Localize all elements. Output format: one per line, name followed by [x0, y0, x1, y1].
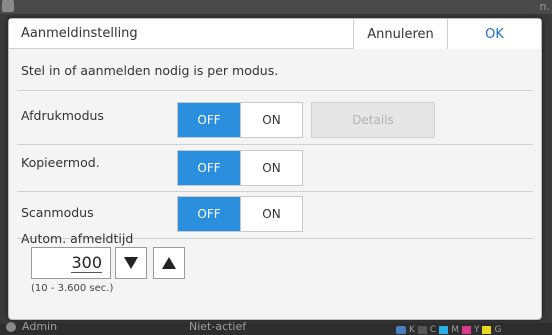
scan-mode-off-button[interactable]: OFF: [178, 197, 240, 231]
divider: [17, 144, 533, 145]
auto-logout-range-hint: (10 - 3.600 sec.): [31, 283, 114, 294]
ink-label-m: M: [451, 325, 459, 335]
divider: [17, 90, 533, 91]
cancel-button[interactable]: Annuleren: [353, 19, 447, 49]
ink-label-g: G: [494, 325, 502, 335]
user-indicator: Admin: [6, 320, 57, 333]
background-corner-text: n.: [539, 0, 550, 13]
ink-bar-y: [482, 326, 492, 334]
scan-mode-toggle: OFF ON: [177, 196, 303, 232]
machine-status: Niet-actief: [189, 320, 247, 333]
increase-button[interactable]: [153, 247, 185, 279]
dialog-description: Stel in of aanmelden nodig is per modus.: [21, 63, 279, 78]
ink-bar-k: [417, 326, 427, 334]
scan-mode-on-button[interactable]: ON: [240, 197, 302, 231]
status-bar: Admin Niet-actief K C M Y G: [0, 320, 552, 335]
triangle-down-icon: [124, 257, 138, 269]
triangle-up-icon: [162, 257, 176, 269]
dialog-title: Aanmeldinstelling: [21, 26, 138, 41]
print-mode-toggle: OFF ON: [177, 102, 303, 138]
copy-mode-on-button[interactable]: ON: [240, 151, 302, 185]
print-mode-off-button[interactable]: OFF: [178, 103, 240, 137]
home-icon: [2, 0, 14, 12]
login-setting-dialog: Aanmeldinstelling Annuleren OK Stel in o…: [8, 18, 542, 320]
ok-button[interactable]: OK: [447, 19, 541, 49]
background-top-bar: n.: [0, 0, 552, 14]
auto-logout-value: 300: [71, 252, 102, 273]
ink-bar-c: [439, 326, 449, 334]
divider: [17, 191, 533, 192]
ink-levels: K C M Y G: [396, 325, 501, 335]
print-mode-label: Afdrukmodus: [21, 108, 104, 123]
ink-drop-icon: [396, 326, 406, 334]
dialog-header: Aanmeldinstelling Annuleren OK: [9, 19, 541, 49]
scan-mode-label: Scanmodus: [21, 205, 94, 220]
ink-label-c: C: [429, 325, 437, 335]
copy-mode-off-button[interactable]: OFF: [178, 151, 240, 185]
ink-label-y: Y: [473, 325, 480, 335]
print-mode-details-button[interactable]: Details: [311, 102, 435, 138]
ink-bar-m: [461, 326, 471, 334]
auto-logout-label: Autom. afmeldtijd: [21, 231, 134, 246]
user-name: Admin: [22, 320, 58, 333]
decrease-button[interactable]: [115, 247, 147, 279]
auto-logout-input[interactable]: 300: [31, 247, 111, 279]
copy-mode-label: Kopieermod.: [21, 155, 100, 170]
print-mode-on-button[interactable]: ON: [240, 103, 302, 137]
copy-mode-toggle: OFF ON: [177, 150, 303, 186]
ink-label-k: K: [409, 325, 415, 335]
user-icon: [6, 321, 16, 332]
